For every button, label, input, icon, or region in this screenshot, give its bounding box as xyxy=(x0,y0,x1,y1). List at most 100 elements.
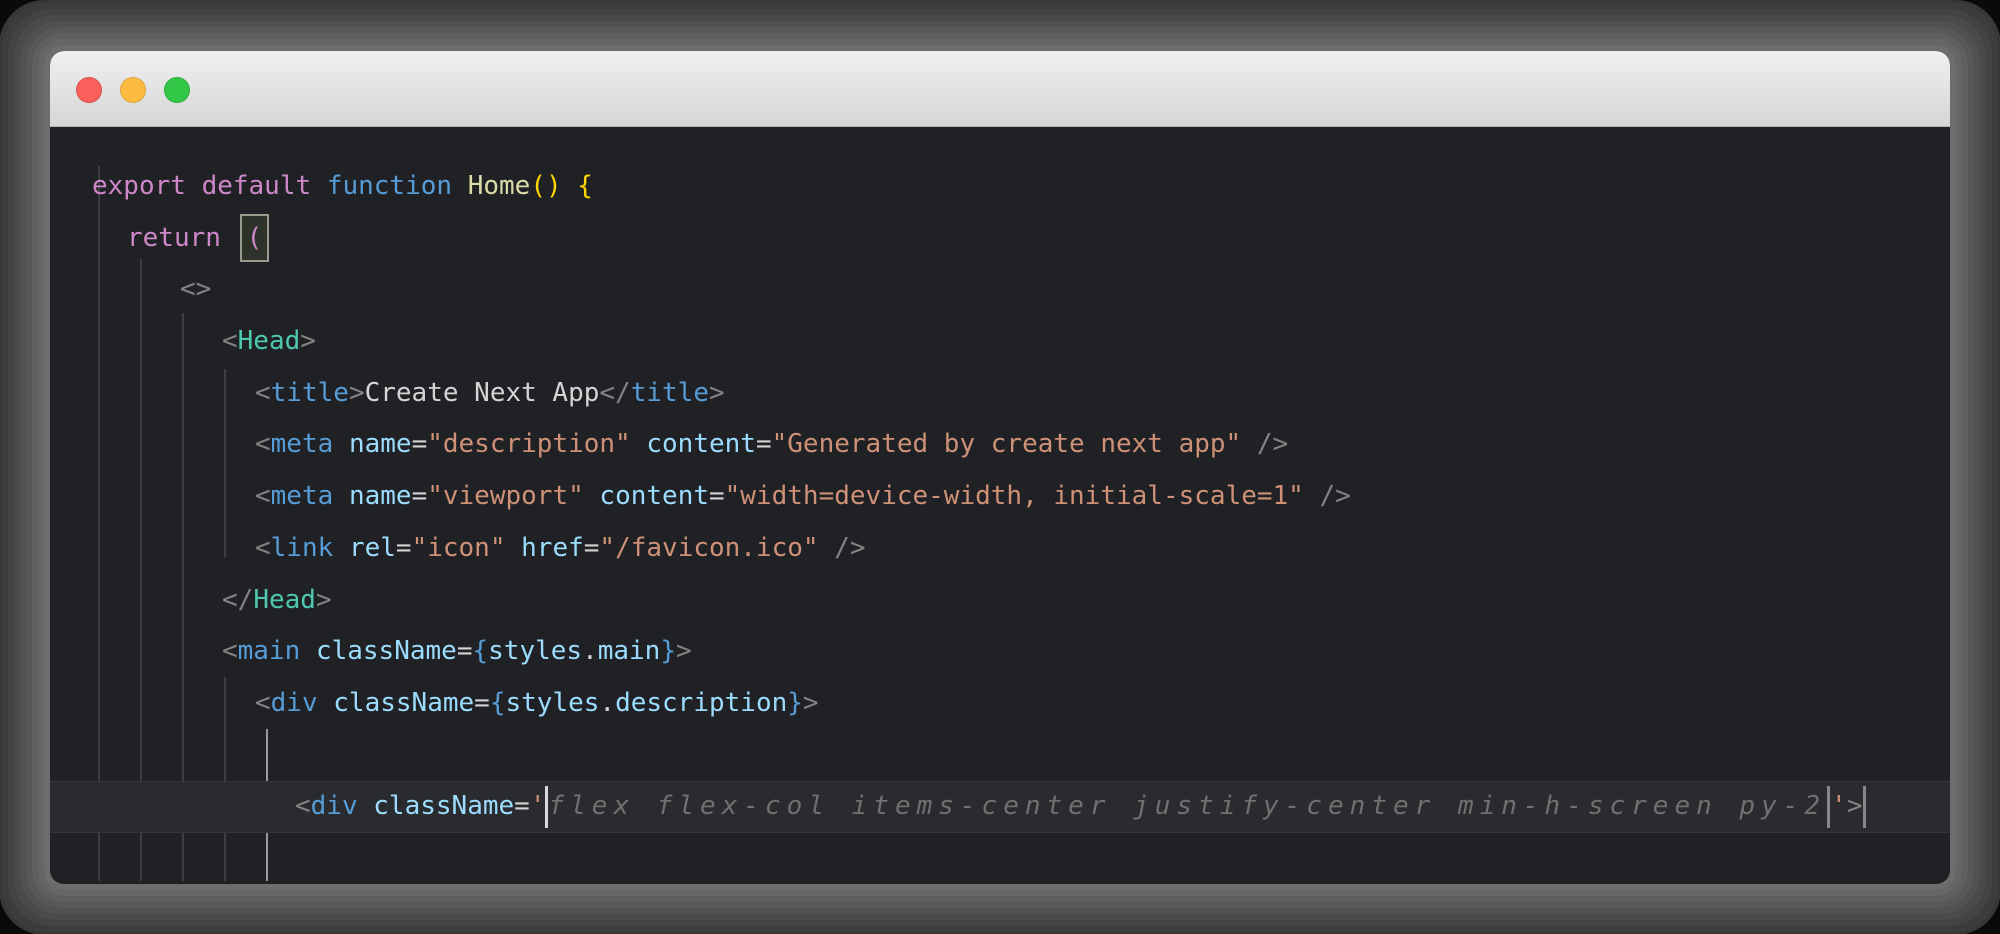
window-title-bar[interactable] xyxy=(50,51,1950,127)
token-op xyxy=(452,171,468,201)
token-pn: </ xyxy=(222,585,253,615)
token-tag: link xyxy=(271,533,334,563)
token-pn: /> xyxy=(1320,481,1351,511)
token-brace: } xyxy=(660,636,676,666)
token-op xyxy=(333,533,349,563)
token-op xyxy=(631,429,647,459)
token-pn: > xyxy=(676,636,692,666)
token-pn: <> xyxy=(180,274,211,304)
token-op xyxy=(505,533,521,563)
token-str: ' xyxy=(530,791,546,821)
token-pn: < xyxy=(295,791,311,821)
token-pn: < xyxy=(255,429,271,459)
token-pn: < xyxy=(222,326,238,356)
token-op xyxy=(1304,481,1320,511)
token-pn: </ xyxy=(599,378,630,408)
token-attr: description xyxy=(615,688,787,718)
code-line[interactable]: <main className={styles.main}> xyxy=(50,626,1950,678)
token-pn: /> xyxy=(1257,429,1288,459)
token-pn: < xyxy=(255,688,271,718)
token-tag: meta xyxy=(271,429,334,459)
token-attr: rel xyxy=(349,533,396,563)
token-brace: } xyxy=(787,688,803,718)
token-pn: > xyxy=(803,688,819,718)
token-op: . xyxy=(599,688,615,718)
code-line[interactable]: <meta name="viewport" content="width=dev… xyxy=(50,471,1950,523)
token-op: = xyxy=(396,533,412,563)
token-op xyxy=(562,171,578,201)
token-op: = xyxy=(584,533,600,563)
token-str: "Generated by create next app" xyxy=(772,429,1242,459)
token-attr: name xyxy=(349,429,412,459)
code-line[interactable]: <meta name="description" content="Genera… xyxy=(50,419,1950,471)
code-line[interactable]: <link rel="icon" href="/favicon.ico" /> xyxy=(50,523,1950,575)
code-line[interactable]: <Head> xyxy=(50,316,1950,368)
token-comp: Head xyxy=(238,326,301,356)
token-pn: < xyxy=(255,533,271,563)
screenshot-stage: export default function Home() {return (… xyxy=(0,0,2000,934)
code-line[interactable]: <div className={styles.description}> xyxy=(50,678,1950,730)
token-op xyxy=(221,223,237,253)
code-line[interactable] xyxy=(50,833,1950,884)
traffic-lights xyxy=(76,77,190,103)
code-area[interactable]: export default function Home() {return (… xyxy=(50,127,1950,884)
token-kw: export default xyxy=(92,171,311,201)
token-op xyxy=(300,636,316,666)
token-op: = xyxy=(709,481,725,511)
token-str: "description" xyxy=(427,429,631,459)
code-line[interactable]: return ( xyxy=(50,213,1950,265)
code-line[interactable] xyxy=(50,730,1950,782)
token-tag: title xyxy=(271,378,349,408)
token-op xyxy=(358,791,374,821)
token-op xyxy=(333,429,349,459)
token-attr: className xyxy=(373,791,514,821)
editor-window: export default function Home() {return (… xyxy=(50,51,1950,884)
token-attr: main xyxy=(598,636,661,666)
token-pn: > xyxy=(1847,791,1863,821)
token-pn: < xyxy=(255,378,271,408)
token-gold: { xyxy=(577,171,593,201)
bracket-match-box: ( xyxy=(240,214,270,262)
token-attr: className xyxy=(316,636,457,666)
token-attr: href xyxy=(521,533,584,563)
token-brace: { xyxy=(490,688,506,718)
token-op: = xyxy=(412,481,428,511)
token-kwb: function xyxy=(327,171,452,201)
token-op xyxy=(819,533,835,563)
end-marker-bar xyxy=(1863,786,1866,828)
token-op: = xyxy=(457,636,473,666)
token-attr: className xyxy=(333,688,474,718)
editor-body[interactable]: export default function Home() {return (… xyxy=(50,127,1950,884)
token-attr: styles xyxy=(488,636,582,666)
token-gold: () xyxy=(530,171,561,201)
token-op: . xyxy=(582,636,598,666)
token-pn: < xyxy=(222,636,238,666)
token-op: = xyxy=(514,791,530,821)
token-op: = xyxy=(412,429,428,459)
token-fn: Home xyxy=(468,171,531,201)
token-str: "icon" xyxy=(412,533,506,563)
token-op xyxy=(311,171,327,201)
code-line[interactable]: export default function Home() { xyxy=(50,161,1950,213)
code-line[interactable]: <> xyxy=(50,264,1950,316)
token-op: = xyxy=(756,429,772,459)
end-marker-bar xyxy=(1827,786,1830,828)
token-pn: < xyxy=(255,481,271,511)
token-op xyxy=(318,688,334,718)
zoom-button[interactable] xyxy=(164,77,190,103)
token-tag: main xyxy=(238,636,301,666)
token-str: "/favicon.ico" xyxy=(599,533,818,563)
token-attr: styles xyxy=(505,688,599,718)
token-pn: > xyxy=(709,378,725,408)
token-attr: name xyxy=(349,481,412,511)
token-kw: return xyxy=(127,223,221,253)
token-str: "width=device-width, initial-scale=1" xyxy=(725,481,1304,511)
code-line-current[interactable]: <div className='flex flex-col items-cent… xyxy=(50,781,1950,833)
code-line[interactable]: </Head> xyxy=(50,575,1950,627)
code-line[interactable]: <title>Create Next App</title> xyxy=(50,368,1950,420)
token-op: = xyxy=(474,688,490,718)
token-pn: > xyxy=(349,378,365,408)
minimize-button[interactable] xyxy=(120,77,146,103)
close-button[interactable] xyxy=(76,77,102,103)
token-attr: content xyxy=(646,429,756,459)
